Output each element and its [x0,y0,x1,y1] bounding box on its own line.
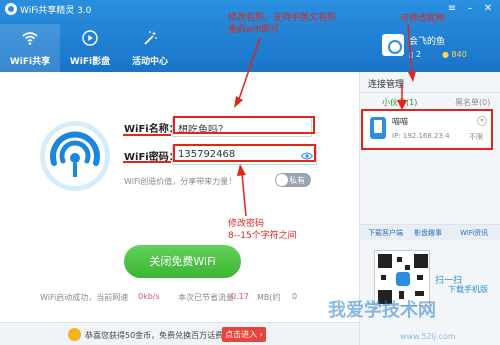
tab-wifi-share[interactable]: WiFi共享 [0,24,60,72]
annotation-arrow-icon [407,24,416,82]
app-window: WiFi共享精灵 3.0 ≡ – ✕ WiFi共享 WiFi影盘 活动中心 会飞… [0,0,500,345]
play-icon [82,30,98,46]
tab-wifi-disk[interactable]: WiFi影盘 [60,24,120,72]
tab-disk-stories[interactable]: 影盘趣事 [414,228,442,238]
highlight-name-box [173,116,315,134]
traffic-unit: MB(约 [257,293,281,302]
minimize-icon[interactable]: – [462,2,478,16]
menu-icon[interactable]: ≡ [444,2,460,16]
app-logo-icon [5,3,17,15]
annotation-rename-line2: 重启wifi即可 [228,25,280,35]
connection-tabs: 小伙伴(1) 黑名单(0) [360,95,500,109]
status-prefix: WiFi启动成功，当前网速 [40,293,129,302]
close-free-wifi-button[interactable]: 关闭免费WiFi [124,245,241,278]
promo-bar: 恭喜您获得50金币，免费兑换百万话费。 点击进入 › [0,322,359,345]
window-controls: ≡ – ✕ [444,2,496,16]
qr-module [405,265,410,270]
main-panel: WiFi名称： 想吃鱼吗？ WiFi密码： 135792468 WiFi创造价值… [0,72,359,345]
qr-finder [378,254,392,268]
qr-module [417,275,423,280]
underline-password-label [123,161,171,163]
annotation-rename-line1: 修改名称，支持中英文名称 [228,13,337,23]
coin-count: ● 840 [442,50,467,59]
annotation-password-line1: 修改密码 [228,219,265,229]
annotation-password-line2: 8--15个字符之间 [228,231,297,241]
tab-label: WiFi影盘 [69,57,111,67]
slogan-text: WiFi创造价值，分享带来力量！ [124,177,237,186]
toggle-label: 私有 [289,176,305,185]
annotation-arrow-icon [237,164,247,217]
tab-download-client[interactable]: 下载客户端 [368,228,403,238]
download-mobile-text[interactable]: 下载手机版 [448,284,488,295]
tab-label: 活动中心 [131,57,168,67]
tab-activity-center[interactable]: 活动中心 [120,24,180,72]
watermark-url: www.52ij.com [400,332,456,341]
qr-center-logo [396,272,410,286]
toggle-knob [276,174,288,186]
qr-finder [414,254,428,268]
coin-icon [68,328,81,341]
side-bottom-tabs: 下载客户端 影盘趣事 WiFi资讯 [360,224,500,240]
traffic-label: 本次已节省流量 [178,293,234,302]
traffic-value: 0.17 [231,292,249,301]
wifi-share-logo-icon [40,121,110,191]
promo-enter-button[interactable]: 点击进入 › [222,327,266,342]
annotation-password: 修改密码 8--15个字符之间 [228,218,297,242]
qr-module [381,275,386,280]
magic-wand-icon [144,31,157,45]
wifi-icon [22,32,38,45]
watermark-text: 我爱学技术网 [328,300,436,321]
annotation-arrow-icon [234,37,261,108]
underline-name-label [123,134,171,136]
tab-wifi-news[interactable]: WiFi资讯 [460,228,488,238]
wifi-name-label: WiFi名称： [124,124,179,135]
divider [360,92,500,93]
qr-module [397,257,402,262]
private-toggle[interactable]: 私有 [275,173,311,187]
close-icon[interactable]: ✕ [480,2,496,16]
traffic-more: 0 [292,292,298,301]
tab-label: WiFi共享 [9,57,51,67]
highlight-password-box [173,144,316,162]
app-title: WiFi共享精灵 3.0 [20,6,92,16]
tab-blacklist[interactable]: 黑名单(0) [455,97,490,108]
coin-count-value: 840 [451,50,467,59]
annotation-rename: 修改名称，支持中英文名称 重启wifi即可 [228,12,336,36]
speed-value: 0kb/s [138,292,160,301]
promo-text: 恭喜您获得50金币，免费兑换百万话费。 [85,331,232,340]
highlight-device-box [361,109,493,150]
main-nav: WiFi共享 WiFi影盘 活动中心 [0,24,180,72]
annotation-arrow-icon [397,84,407,110]
